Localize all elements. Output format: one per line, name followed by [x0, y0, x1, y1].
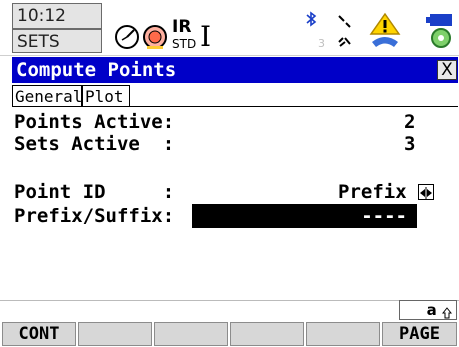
channel-number: 3: [318, 37, 325, 50]
target-cursor-char: I: [200, 20, 212, 53]
warning-person-icon: [368, 12, 402, 50]
set-indicator: SETS: [12, 29, 102, 53]
tab-plot[interactable]: Plot: [82, 85, 130, 107]
sets-active-label: Sets Active :: [14, 133, 175, 155]
softkey-f2[interactable]: [78, 322, 152, 346]
page-title: Compute Points: [16, 59, 177, 81]
keyboard-mode-char: a: [426, 301, 437, 319]
status-bar: 10:12 SETS IR STD I 3: [0, 0, 459, 56]
shift-arrow-icon: [441, 305, 453, 318]
cont-button[interactable]: CONT: [2, 322, 76, 346]
measure-mode-label: IR: [172, 17, 192, 37]
compass-icon: [114, 24, 140, 50]
tab-general[interactable]: General: [12, 85, 82, 107]
tab-divider: [12, 106, 458, 107]
window-title-bar: Compute Points X: [12, 57, 458, 83]
point-id-label: Point ID :: [14, 181, 175, 203]
point-id-value: Prefix: [338, 181, 407, 203]
softkey-separator: [0, 300, 459, 301]
close-button[interactable]: X: [437, 60, 457, 80]
points-active-label: Points Active:: [14, 111, 175, 133]
softkey-f3[interactable]: [154, 322, 228, 346]
points-active-value: 2: [404, 111, 416, 133]
softkey-f5[interactable]: [306, 322, 380, 346]
radio-link-icon: [336, 14, 354, 50]
sets-active-value: 3: [404, 133, 416, 155]
battery-icon: [420, 10, 456, 50]
prefix-suffix-input[interactable]: ----: [192, 204, 417, 228]
page-button[interactable]: PAGE: [382, 322, 457, 346]
point-id-choice[interactable]: Prefix: [338, 180, 435, 204]
prism-target-icon: [142, 24, 168, 50]
left-right-arrows-icon[interactable]: [418, 183, 435, 200]
time-display: 10:12: [12, 3, 102, 29]
bluetooth-icon: [304, 11, 318, 27]
prefix-suffix-label: Prefix/Suffix:: [14, 205, 175, 227]
prism-type-label: STD: [172, 37, 197, 51]
softkey-f4[interactable]: [230, 322, 304, 346]
keyboard-mode-indicator: a: [399, 300, 457, 320]
